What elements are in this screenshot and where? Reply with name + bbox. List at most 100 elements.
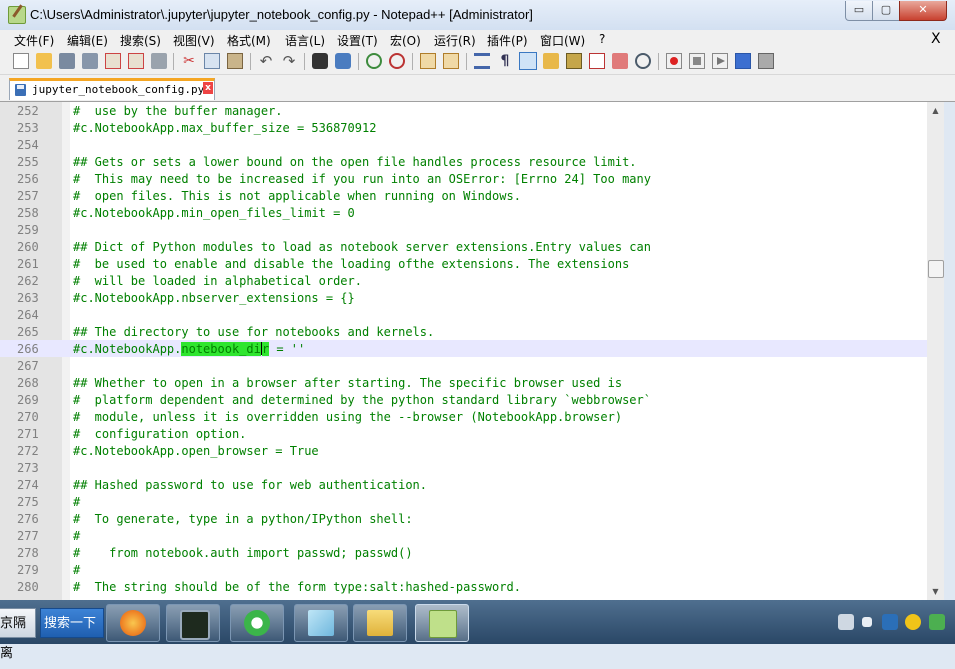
indent-guide-icon[interactable] (519, 52, 537, 70)
code-line[interactable]: 274 ## Hashed password to use for web aut… (0, 476, 927, 493)
code-text[interactable]: #c.NotebookApp.notebook_dir = '' (73, 342, 305, 356)
code-line[interactable]: 280 # The string should be of the form ty… (0, 578, 927, 595)
open-file-icon[interactable] (36, 53, 52, 69)
save-macro-icon[interactable] (758, 53, 774, 69)
code-line[interactable]: 267 (0, 357, 927, 374)
code-text[interactable]: #c.NotebookApp.max_buffer_size = 5368709… (73, 121, 376, 135)
code-line[interactable]: 252 # use by the buffer manager. (0, 102, 927, 119)
zoom-in-icon[interactable] (366, 53, 382, 69)
sync-horizontal-icon[interactable] (443, 53, 459, 69)
code-text[interactable]: ## Gets or sets a lower bound on the ope… (73, 155, 637, 169)
menu-search[interactable]: 搜索(S) (120, 32, 161, 49)
tab-close-icon[interactable]: x (203, 82, 213, 94)
keyboard-tray-icon[interactable] (838, 614, 854, 630)
code-text[interactable]: # configuration option. (73, 427, 246, 441)
code-line[interactable]: 271 # configuration option. (0, 425, 927, 442)
taskbar-explorer[interactable] (353, 604, 407, 642)
search-button[interactable]: 搜索一下 (40, 608, 104, 638)
play-macro-icon[interactable] (712, 53, 728, 69)
code-text[interactable]: ## Dict of Python modules to load as not… (73, 240, 651, 254)
code-line[interactable]: 264 (0, 306, 927, 323)
code-text[interactable]: # To generate, type in a python/IPython … (73, 512, 413, 526)
code-line[interactable]: 258 #c.NotebookApp.min_open_files_limit =… (0, 204, 927, 221)
code-line[interactable]: 273 (0, 459, 927, 476)
network-tray-icon[interactable] (882, 614, 898, 630)
show-all-chars-icon[interactable]: ¶ (497, 53, 513, 69)
code-line[interactable]: 260 ## Dict of Python modules to load as … (0, 238, 927, 255)
code-text[interactable]: ## The directory to use for notebooks an… (73, 325, 434, 339)
editor-area[interactable]: 252 # use by the buffer manager. 253 #c.Not… (0, 102, 927, 600)
code-line[interactable]: 261 # be used to enable and disable the l… (0, 255, 927, 272)
plus-tray-icon[interactable] (905, 614, 921, 630)
taskbar-terminal[interactable] (166, 604, 220, 642)
code-line[interactable]: 254 (0, 136, 927, 153)
menu-run[interactable]: 运行(R) (434, 32, 476, 49)
code-line[interactable]: 270 # module, unless it is overridden usi… (0, 408, 927, 425)
code-text[interactable]: # from notebook.auth import passwd; pass… (73, 546, 413, 560)
code-line[interactable]: 277 # (0, 527, 927, 544)
code-line[interactable]: 269 # platform dependent and determined b… (0, 391, 927, 408)
code-text[interactable]: # platform dependent and determined by t… (73, 393, 651, 407)
security-tray-icon[interactable] (929, 614, 945, 630)
close-all-icon[interactable] (128, 53, 144, 69)
save-icon[interactable] (59, 53, 75, 69)
menu-edit[interactable]: 编辑(E) (67, 32, 108, 49)
code-line[interactable]: 272 #c.NotebookApp.open_browser = True (0, 442, 927, 459)
paste-icon[interactable] (227, 53, 243, 69)
stop-record-icon[interactable] (689, 53, 705, 69)
scrollbar-thumb[interactable] (928, 260, 944, 278)
help-tray-icon[interactable] (862, 617, 872, 627)
print-icon[interactable] (151, 53, 167, 69)
doc-map-icon[interactable] (566, 53, 582, 69)
code-text[interactable]: #c.NotebookApp.nbserver_extensions = {} (73, 291, 355, 305)
code-text[interactable]: ## Whether to open in a browser after st… (73, 376, 622, 390)
code-line[interactable]: 259 (0, 221, 927, 238)
taskbar-notepadpp[interactable] (415, 604, 469, 642)
taskbar-firefox[interactable] (106, 604, 160, 642)
notepadpp-app-icon[interactable] (8, 6, 26, 24)
run-macro-multiple-icon[interactable] (735, 53, 751, 69)
find-icon[interactable] (312, 53, 328, 69)
close-icon[interactable] (105, 53, 121, 69)
monitor-icon[interactable] (635, 53, 651, 69)
sync-vertical-icon[interactable] (420, 53, 436, 69)
copy-icon[interactable] (204, 53, 220, 69)
code-text[interactable]: # The string should be of the form type:… (73, 580, 521, 594)
code-text[interactable]: #c.NotebookApp.open_browser = True (73, 444, 319, 458)
menu-plugins[interactable]: 插件(P) (487, 32, 528, 49)
code-text[interactable]: # use by the buffer manager. (73, 104, 283, 118)
current-code-line[interactable]: 266 #c.NotebookApp.notebook_dir = '' (0, 340, 927, 357)
code-line[interactable]: 255 ## Gets or sets a lower bound on the … (0, 153, 927, 170)
close-window-button[interactable]: ✕ (899, 1, 947, 21)
code-line[interactable]: 263 #c.NotebookApp.nbserver_extensions = … (0, 289, 927, 306)
code-line[interactable]: 275 # (0, 493, 927, 510)
code-line[interactable]: 253 #c.NotebookApp.max_buffer_size = 5368… (0, 119, 927, 136)
code-line[interactable]: 278 # from notebook.auth import passwd; p… (0, 544, 927, 561)
vertical-scrollbar[interactable]: ▲ ▼ (927, 102, 944, 600)
minimize-button[interactable]: ▭ (845, 1, 873, 21)
menu-file[interactable]: 文件(F) (14, 32, 54, 49)
code-line[interactable]: 265 ## The directory to use for notebooks… (0, 323, 927, 340)
function-list-icon[interactable] (589, 53, 605, 69)
menu-format[interactable]: 格式(M) (227, 32, 271, 49)
code-line[interactable]: 257 # open files. This is not applicable … (0, 187, 927, 204)
code-text[interactable]: # (73, 495, 80, 509)
folder-workspace-icon[interactable] (612, 53, 628, 69)
code-line[interactable]: 276 # To generate, type in a python/IPyth… (0, 510, 927, 527)
code-text[interactable]: # This may need to be increased if you r… (73, 172, 651, 186)
replace-icon[interactable] (335, 53, 351, 69)
code-text[interactable]: # (73, 563, 80, 577)
menu-macro[interactable]: 宏(O) (390, 32, 421, 49)
undo-icon[interactable]: ↶ (258, 53, 274, 69)
code-line[interactable]: 279 # (0, 561, 927, 578)
new-file-icon[interactable] (13, 53, 29, 69)
redo-icon[interactable]: ↷ (281, 53, 297, 69)
code-text[interactable]: # (73, 529, 80, 543)
code-line[interactable]: 268 ## Whether to open in a browser after… (0, 374, 927, 391)
taskbar-browser[interactable] (230, 604, 284, 642)
taskbar-chip[interactable]: 京隔离 (0, 608, 36, 661)
scroll-up-arrow-icon[interactable]: ▲ (927, 102, 944, 119)
code-text[interactable]: # will be loaded in alphabetical order. (73, 274, 362, 288)
code-text[interactable]: # open files. This is not applicable whe… (73, 189, 521, 203)
code-text[interactable]: # module, unless it is overridden using … (73, 410, 622, 424)
